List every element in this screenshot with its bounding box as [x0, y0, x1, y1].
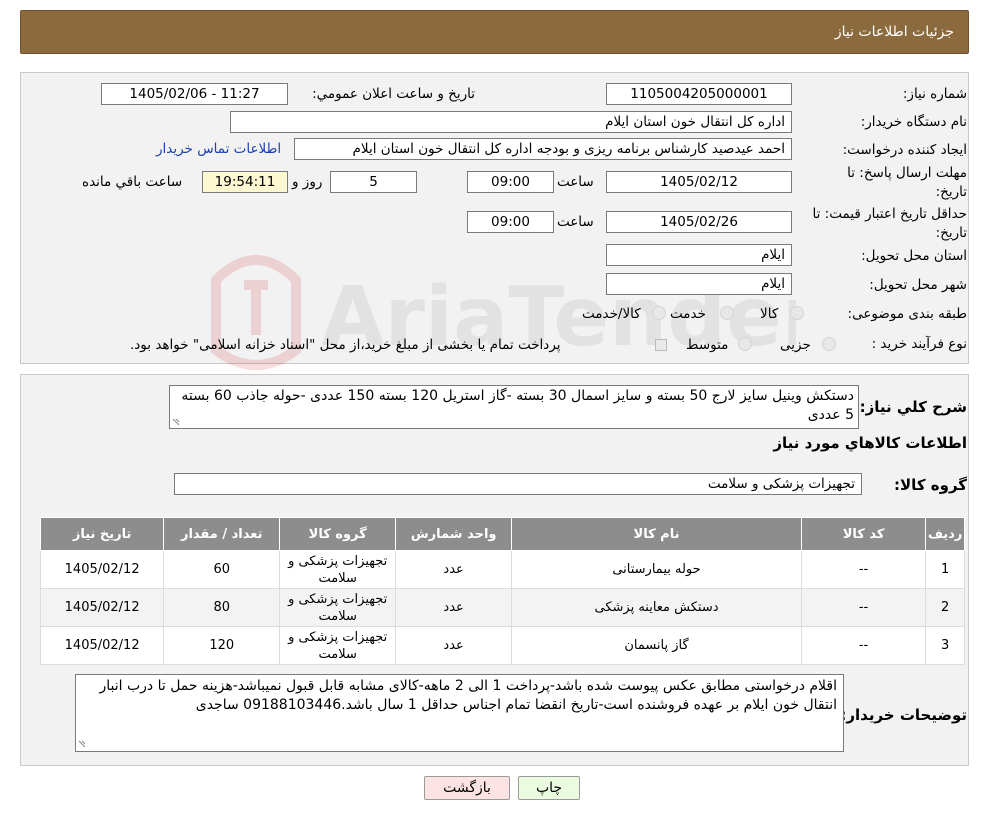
process-note: پرداخت تمام یا بخشی از مبلغ خرید،از محل … — [130, 337, 561, 353]
col-code: کد کالا — [800, 517, 927, 551]
cell-name: دستکش معاینه پزشکی — [511, 588, 802, 627]
category-option-goods-service: کالا/خدمت — [582, 306, 641, 322]
category-option-goods: کالا — [760, 306, 779, 322]
city-field: ایلام — [606, 273, 792, 295]
cell-group: تجهیزات پزشکی و سلامت — [279, 588, 397, 627]
col-date: تاريخ نياز — [39, 517, 165, 551]
city-label: شهر محل تحویل: — [869, 277, 967, 293]
days-label: روز و — [292, 174, 323, 190]
cell-qty: 60 — [163, 550, 281, 589]
cell-qty: 120 — [163, 626, 281, 665]
description-label: شرح کلي نياز: — [859, 398, 967, 416]
cell-group: تجهیزات پزشکی و سلامت — [279, 550, 397, 589]
col-qty: تعداد / مقدار — [163, 517, 281, 551]
buyer-label: نام دستگاه خریدار: — [860, 114, 967, 130]
category-radio-goods-service[interactable] — [652, 306, 666, 320]
col-unit: واحد شمارش — [395, 517, 513, 551]
deadline-label: مهلت ارسال پاسخ: تا تاریخ: — [847, 165, 967, 200]
buyer-notes-text: اقلام درخواستی مطابق عکس پیوست شده باشد-… — [99, 678, 837, 713]
table-row: 3 -- گاز پانسمان عدد تجهیزات پزشکی و سلا… — [39, 626, 965, 665]
items-table: رديف کد کالا نام کالا واحد شمارش گروه کا… — [39, 517, 965, 665]
cell-row: 3 — [925, 626, 965, 665]
announce-label: تاريخ و ساعت اعلان عمومي: — [312, 86, 475, 102]
cell-group: تجهیزات پزشکی و سلامت — [279, 626, 397, 665]
cell-date: 1405/02/12 — [39, 588, 165, 627]
announce-datetime-field: 1405/02/06 - 11:27 — [101, 83, 288, 105]
col-row: رديف — [925, 517, 965, 551]
col-group: گروه کالا — [279, 517, 397, 551]
cell-code: -- — [800, 588, 927, 627]
need-number-label: شماره نیاز: — [902, 86, 967, 102]
validity-label: حداقل تاریخ اعتبار قیمت: تا تاریخ: — [812, 206, 967, 241]
buyer-contact-link[interactable]: اطلاعات تماس خریدار — [156, 141, 281, 157]
process-radio-medium[interactable] — [738, 337, 752, 351]
category-radio-goods[interactable] — [790, 306, 804, 320]
creator-field: احمد عیدصید کارشناس برنامه ریزی و بودجه … — [294, 138, 792, 160]
cell-unit: عدد — [395, 626, 513, 665]
cell-row: 2 — [925, 588, 965, 627]
category-label: طبقه بندی موضوعی: — [847, 306, 967, 322]
cell-row: 1 — [925, 550, 965, 589]
table-row: 1 -- حوله بیمارستانی عدد تجهیزات پزشکی و… — [39, 550, 965, 589]
category-option-service: خدمت — [670, 306, 706, 322]
back-button[interactable]: بازگشت — [424, 776, 510, 800]
process-label: نوع فرآیند خرید : — [871, 336, 967, 352]
cell-qty: 80 — [163, 588, 281, 627]
items-table-header: رديف کد کالا نام کالا واحد شمارش گروه کا… — [39, 517, 965, 551]
cell-code: -- — [800, 626, 927, 665]
deadline-date-field: 1405/02/12 — [606, 171, 792, 193]
cell-name: گاز پانسمان — [511, 626, 802, 665]
days-field: 5 — [330, 171, 417, 193]
description-text: دستکش وینیل سایز لارج 50 بسته و سایز اسم… — [181, 388, 854, 423]
deadline-time-label: ساعت — [557, 174, 594, 190]
buyer-notes-field: اقلام درخواستی مطابق عکس پیوست شده باشد-… — [75, 674, 844, 752]
creator-label: ایجاد کننده درخواست: — [842, 142, 967, 158]
items-section-title: اطلاعات کالاهاي مورد نياز — [773, 434, 967, 452]
cell-unit: عدد — [395, 550, 513, 589]
validity-date-field: 1405/02/26 — [606, 211, 792, 233]
resize-handle-icon[interactable] — [172, 418, 180, 426]
need-number-field: 1105004205000001 — [606, 83, 792, 105]
group-field: تجهیزات پزشکی و سلامت — [174, 473, 862, 495]
page-header: جزئیات اطلاعات نیاز — [20, 10, 969, 54]
print-button[interactable]: چاپ — [518, 776, 580, 800]
buyer-notes-label: توضیحات خریدار: — [840, 706, 967, 724]
col-name: نام کالا — [511, 517, 802, 551]
cell-date: 1405/02/12 — [39, 550, 165, 589]
table-row: 2 -- دستکش معاینه پزشکی عدد تجهیزات پزشک… — [39, 588, 965, 627]
validity-time-label: ساعت — [557, 214, 594, 230]
cell-name: حوله بیمارستانی — [511, 550, 802, 589]
process-option-medium: متوسط — [686, 337, 729, 353]
resize-handle-icon[interactable] — [78, 740, 86, 748]
buyer-field: اداره کل انتقال خون استان ایلام — [230, 111, 792, 133]
page-title: جزئیات اطلاعات نیاز — [834, 24, 954, 40]
validity-time-field: 09:00 — [467, 211, 554, 233]
province-label: استان محل تحویل: — [861, 248, 967, 264]
cell-date: 1405/02/12 — [39, 626, 165, 665]
cell-code: -- — [800, 550, 927, 589]
process-radio-minor[interactable] — [822, 337, 836, 351]
category-radio-service[interactable] — [720, 306, 734, 320]
treasury-checkbox[interactable] — [655, 339, 667, 351]
group-label: گروه کالا: — [894, 476, 967, 494]
province-field: ایلام — [606, 244, 792, 266]
description-field: دستکش وینیل سایز لارج 50 بسته و سایز اسم… — [169, 385, 859, 429]
cell-unit: عدد — [395, 588, 513, 627]
deadline-time-field: 09:00 — [467, 171, 554, 193]
remaining-label: ساعت باقي مانده — [82, 174, 183, 190]
remaining-time-field: 19:54:11 — [202, 171, 288, 193]
process-option-minor: جزیی — [780, 337, 811, 353]
